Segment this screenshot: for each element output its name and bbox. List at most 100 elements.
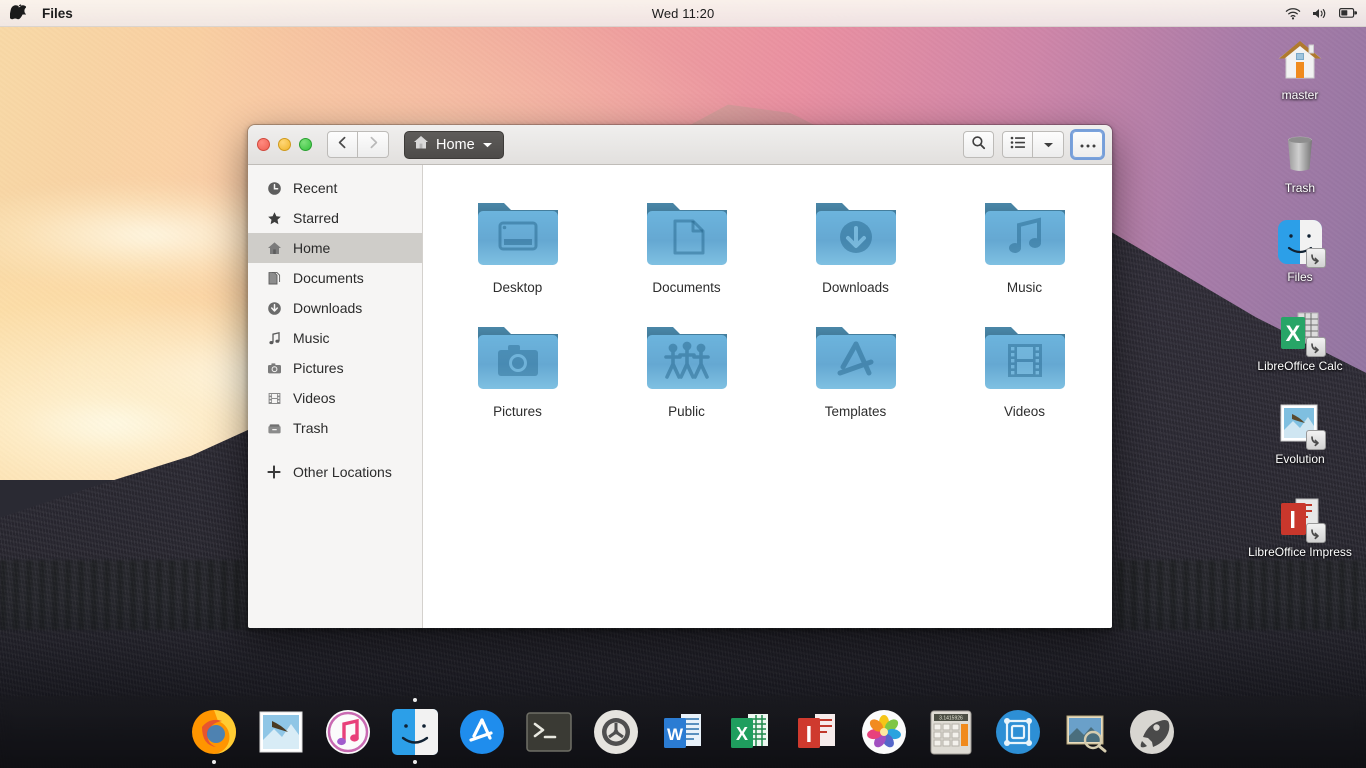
desktop-icon-trash[interactable]: Trash bbox=[1245, 129, 1355, 196]
menubar-clock[interactable]: Wed 11:20 bbox=[0, 6, 1366, 21]
dock-item-impress[interactable] bbox=[791, 704, 843, 760]
dock-item-excel[interactable]: X bbox=[724, 704, 776, 760]
dock-item-firefox[interactable] bbox=[188, 704, 240, 764]
breadcrumb-label: Home bbox=[436, 136, 475, 153]
desktop-icon-libreoffice-impress[interactable]: LibreOffice Impress bbox=[1245, 493, 1355, 560]
plus-icon bbox=[266, 464, 282, 480]
sidebar-item-home[interactable]: Home bbox=[248, 233, 422, 263]
dock-item-vm[interactable] bbox=[992, 704, 1044, 760]
evolution-mail-icon bbox=[1276, 400, 1326, 450]
dock-item-terminal[interactable] bbox=[523, 704, 575, 760]
minimize-button[interactable] bbox=[278, 138, 291, 151]
list-view-icon bbox=[1010, 136, 1026, 154]
desktop-icon-files[interactable]: Files bbox=[1245, 218, 1355, 285]
chevron-left-icon bbox=[337, 136, 348, 154]
forward-button[interactable] bbox=[358, 131, 389, 158]
sidebar-item-downloads[interactable]: Downloads bbox=[248, 293, 422, 323]
chevron-down-icon[interactable] bbox=[482, 137, 493, 153]
svg-text:3.1415926: 3.1415926 bbox=[939, 716, 963, 722]
shortcut-badge-icon bbox=[1306, 248, 1326, 268]
desktop-icon-libreoffice-calc[interactable]: X LibreOffice Calc bbox=[1245, 307, 1355, 374]
list-view-button[interactable] bbox=[1002, 131, 1033, 158]
sidebar-item-label: Downloads bbox=[293, 300, 363, 316]
dock-item-music[interactable] bbox=[322, 704, 374, 760]
settings-icon bbox=[594, 710, 638, 754]
shortcut-badge-icon bbox=[1306, 430, 1326, 450]
sidebar-item-label: Music bbox=[293, 330, 330, 346]
traffic-lights bbox=[257, 138, 312, 151]
dock-item-photos[interactable] bbox=[858, 704, 910, 760]
file-manager-window[interactable]: Home Recent Starred Home Documents Downl… bbox=[247, 124, 1113, 629]
sidebar-item-videos[interactable]: Videos bbox=[248, 383, 422, 413]
sidebar-item-starred[interactable]: Starred bbox=[248, 203, 422, 233]
back-button[interactable] bbox=[327, 131, 358, 158]
sidebar-item-recent[interactable]: Recent bbox=[248, 173, 422, 203]
file-item-documents[interactable]: Documents bbox=[602, 187, 771, 295]
file-grid-area[interactable]: Desktop Documents Downloads Music Pictur… bbox=[423, 165, 1112, 628]
folder-icon bbox=[977, 193, 1073, 273]
libreoffice-calc-icon: X bbox=[1276, 307, 1326, 357]
home-icon bbox=[266, 240, 282, 256]
desktop-icon-evolution[interactable]: Evolution bbox=[1245, 400, 1355, 467]
calculator-icon: 3.1415926 bbox=[930, 710, 972, 755]
impress-icon bbox=[798, 714, 835, 748]
file-item-downloads[interactable]: Downloads bbox=[771, 187, 940, 295]
dock-item-word[interactable]: W bbox=[657, 704, 709, 760]
desktop-icon-label: LibreOffice Calc bbox=[1257, 359, 1343, 373]
sidebar-item-label: Other Locations bbox=[293, 464, 392, 480]
svg-text:X: X bbox=[1286, 321, 1301, 346]
star-icon bbox=[266, 210, 282, 226]
desktop-icon-label: master bbox=[1281, 88, 1319, 102]
file-item-label: Documents bbox=[652, 280, 721, 295]
sidebar-item-label: Home bbox=[293, 240, 331, 256]
search-icon bbox=[971, 135, 986, 155]
menu-button[interactable] bbox=[1072, 131, 1103, 158]
file-item-public[interactable]: Public bbox=[602, 311, 771, 419]
word-icon: W bbox=[664, 714, 701, 748]
breadcrumb-home[interactable]: Home bbox=[404, 130, 504, 159]
sidebar-item-trash[interactable]: Trash bbox=[248, 413, 422, 443]
dock-item-launchpad[interactable] bbox=[1126, 704, 1178, 760]
dock-item-preview[interactable] bbox=[1059, 704, 1111, 760]
desktop-icon-label: Trash bbox=[1284, 181, 1316, 195]
dock-item-calculator[interactable]: 3.1415926 bbox=[925, 704, 977, 760]
dock-item-settings[interactable] bbox=[590, 704, 642, 760]
file-item-pictures[interactable]: Pictures bbox=[433, 311, 602, 419]
folder-icon bbox=[639, 317, 735, 397]
music-note-icon bbox=[266, 330, 282, 346]
close-button[interactable] bbox=[257, 138, 270, 151]
dock: W X 3.1415926 bbox=[0, 696, 1366, 768]
maximize-button[interactable] bbox=[299, 138, 312, 151]
downloads-icon bbox=[266, 300, 282, 316]
navigation-buttons bbox=[327, 131, 389, 158]
search-button[interactable] bbox=[963, 131, 994, 158]
dock-item-mail[interactable] bbox=[255, 704, 307, 760]
file-item-desktop[interactable]: Desktop bbox=[433, 187, 602, 295]
dock-item-app-store[interactable] bbox=[456, 704, 508, 760]
sidebar-item-label: Starred bbox=[293, 210, 339, 226]
sidebar-item-other-locations[interactable]: Other Locations bbox=[248, 457, 422, 487]
dock-item-finder[interactable] bbox=[389, 698, 441, 764]
file-item-music[interactable]: Music bbox=[940, 187, 1109, 295]
window-titlebar[interactable]: Home bbox=[248, 125, 1112, 165]
trash-icon bbox=[266, 420, 282, 436]
film-icon bbox=[266, 390, 282, 406]
sidebar-item-music[interactable]: Music bbox=[248, 323, 422, 353]
file-item-templates[interactable]: Templates bbox=[771, 311, 940, 419]
svg-text:W: W bbox=[667, 725, 684, 744]
terminal-icon bbox=[526, 712, 572, 752]
folder-icon bbox=[470, 317, 566, 397]
chevron-down-icon bbox=[1043, 136, 1054, 154]
photos-icon bbox=[862, 710, 906, 754]
view-options-button[interactable] bbox=[1033, 131, 1064, 158]
ellipsis-icon bbox=[1079, 136, 1097, 154]
home-folder-icon bbox=[1276, 36, 1324, 84]
trash-bin-icon bbox=[1276, 129, 1324, 177]
desktop-icon-master[interactable]: master bbox=[1245, 36, 1355, 103]
sidebar-item-documents[interactable]: Documents bbox=[248, 263, 422, 293]
file-item-videos[interactable]: Videos bbox=[940, 311, 1109, 419]
file-item-label: Desktop bbox=[492, 280, 543, 295]
finder-icon bbox=[392, 709, 438, 755]
sidebar-item-pictures[interactable]: Pictures bbox=[248, 353, 422, 383]
sidebar-item-label: Pictures bbox=[293, 360, 344, 376]
